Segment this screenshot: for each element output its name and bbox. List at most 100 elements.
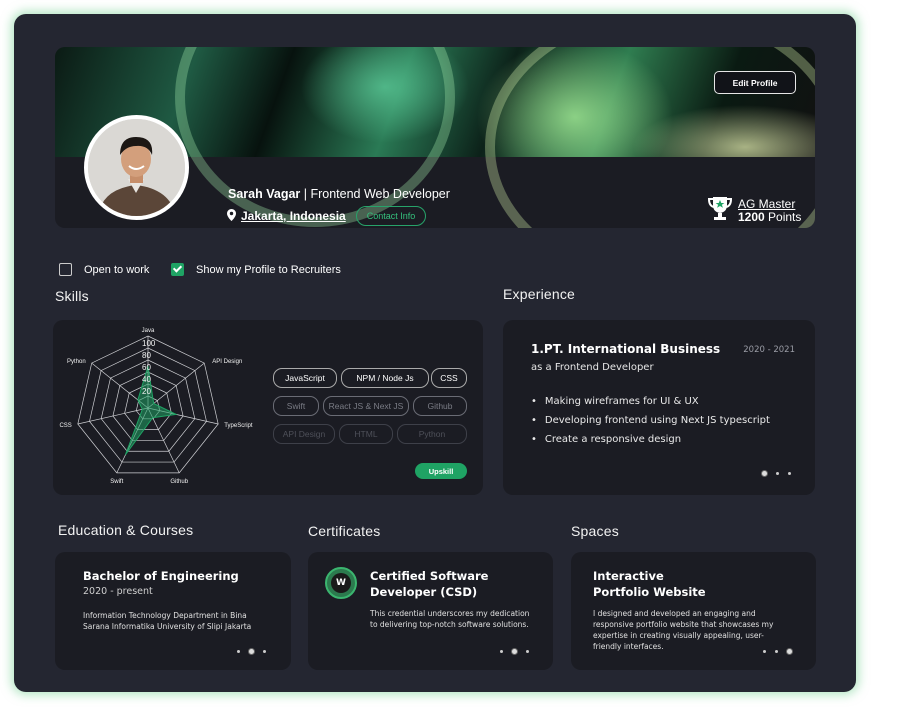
- badge-points-value: 1200: [738, 209, 765, 224]
- pager-dot[interactable]: [263, 650, 266, 653]
- space-description: I designed and developed an engaging and…: [593, 608, 773, 652]
- avatar[interactable]: [84, 115, 189, 220]
- space-desc-line: responsive portfolio website that showca…: [593, 620, 774, 629]
- skill-chip[interactable]: HTML: [339, 424, 393, 444]
- radar-axis-label: TypeScript: [224, 423, 253, 429]
- radar-tick-label: 20: [142, 387, 151, 396]
- space-desc-line: I designed and developed an engaging and: [593, 609, 756, 618]
- list-item: Developing frontend using Next JS typesc…: [531, 415, 770, 426]
- profile-role: Frontend Web Developer: [310, 187, 450, 201]
- open-to-work-checkbox[interactable]: [59, 263, 72, 276]
- pager-dot[interactable]: [526, 650, 529, 653]
- space-card: Interactive Portfolio Website I designed…: [571, 552, 816, 670]
- radar-axis-line: [147, 362, 205, 409]
- education-pager[interactable]: [237, 649, 266, 654]
- space-title-line: Portfolio Website: [593, 585, 706, 599]
- education-desc-line: Sarana Informatika University of Slipi J…: [83, 622, 252, 631]
- pager-dot[interactable]: [776, 472, 779, 475]
- education-desc-line: Information Technology Department in Bin…: [83, 611, 247, 620]
- space-pager[interactable]: [763, 649, 792, 654]
- radar-axis-label: API Design: [212, 359, 242, 365]
- open-to-work-option[interactable]: Open to work: [59, 263, 149, 276]
- experience-bullets: Making wireframes for UI & UX Developing…: [531, 396, 770, 453]
- experience-pager[interactable]: [762, 471, 791, 476]
- certificates-title: Certificates: [308, 523, 381, 539]
- show-profile-checkbox[interactable]: [171, 263, 184, 276]
- open-to-work-label: Open to work: [84, 263, 150, 276]
- space-desc-line: expertise in creating visually appealing…: [593, 631, 764, 640]
- certificate-title-line: Developer (CSD): [370, 585, 478, 599]
- skill-chip[interactable]: JavaScript: [273, 368, 337, 388]
- list-item: Making wireframes for UI & UX: [531, 396, 770, 407]
- certificate-desc-line: This credential underscores my dedicatio…: [370, 609, 530, 618]
- education-card: Bachelor of Engineering 2020 - present I…: [55, 552, 291, 670]
- radar-axis-label: Github: [170, 479, 188, 485]
- location-link[interactable]: Jakarta, Indonesia: [241, 209, 346, 223]
- pager-dot[interactable]: [500, 650, 503, 653]
- experience-role: as a Frontend Developer: [531, 362, 654, 373]
- radar-axis-label: CSS: [59, 423, 71, 429]
- skill-chip[interactable]: API Design: [273, 424, 335, 444]
- skills-card: 100 80 60 40 20 Java API Design TypeScript Githu…: [53, 320, 483, 495]
- experience-title: Experience: [503, 286, 576, 302]
- edit-profile-button[interactable]: Edit Profile: [714, 71, 796, 94]
- skill-chip[interactable]: NPM / Node Js: [341, 368, 429, 388]
- profile-name-line: Sarah Vagar | Frontend Web Developer: [228, 187, 450, 201]
- radar-axis-label: Swift: [110, 479, 123, 485]
- skill-chip[interactable]: CSS: [431, 368, 467, 388]
- space-title-line: Interactive: [593, 569, 664, 583]
- experience-date: 2020 - 2021: [743, 345, 795, 355]
- location-line: Jakarta, Indonesia Contact Info: [227, 206, 427, 226]
- certificate-pager[interactable]: [500, 649, 529, 654]
- skills-title: Skills: [55, 288, 89, 304]
- rank-badge: AG Master 1200 Points: [706, 194, 801, 227]
- certificate-title-line: Certified Software: [370, 569, 489, 583]
- badge-points-unit: Points: [764, 209, 802, 224]
- upskill-button[interactable]: Upskill: [415, 463, 467, 479]
- contact-info-button[interactable]: Contact Info: [355, 206, 427, 226]
- experience-card: 1.PT. International Business 2020 - 2021…: [503, 320, 815, 495]
- profile-window: Edit Profile Sarah Vagar | Frontend Web …: [14, 14, 856, 692]
- skills-radar-chart: 100 80 60 40 20 Java API Design TypeScript Githu…: [59, 328, 253, 485]
- radar-axis-label: Java: [142, 328, 155, 334]
- trophy-icon: [706, 194, 734, 227]
- certificate-card: W Certified Software Developer (CSD) Thi…: [308, 552, 553, 670]
- pager-dot[interactable]: [237, 650, 240, 653]
- radar-tick-label: 60: [142, 363, 151, 372]
- education-description: Information Technology Department in Bin…: [83, 610, 251, 632]
- skill-chip[interactable]: Github: [413, 396, 467, 416]
- profile-name: Sarah Vagar: [228, 187, 301, 201]
- list-item: Create a responsive design: [531, 434, 770, 445]
- pager-dot[interactable]: [775, 650, 778, 653]
- show-profile-option[interactable]: Show my Profile to Recruiters: [171, 263, 341, 276]
- education-degree: Bachelor of Engineering: [83, 569, 239, 583]
- space-desc-line: friendly interfaces.: [593, 642, 664, 651]
- radar-tick-label: 100: [142, 339, 156, 348]
- education-title: Education & Courses: [58, 522, 194, 538]
- certificate-title: Certified Software Developer (CSD): [370, 568, 488, 600]
- show-profile-label: Show my Profile to Recruiters: [196, 263, 341, 276]
- experience-company: 1.PT. International Business: [531, 342, 721, 356]
- certificate-desc-line: to delivering top-notch software solutio…: [370, 620, 529, 629]
- certificate-description: This credential underscores my dedicatio…: [370, 608, 529, 630]
- pager-dot[interactable]: [762, 471, 767, 476]
- radar-tick-label: 40: [142, 375, 151, 384]
- skill-chip[interactable]: Python: [397, 424, 467, 444]
- radar-axis-label: Python: [67, 359, 86, 365]
- education-period: 2020 - present: [83, 586, 153, 597]
- name-separator: |: [300, 187, 311, 201]
- badge-points: 1200 Points: [738, 209, 802, 224]
- certificate-logo-text: W: [331, 573, 351, 593]
- pager-dot[interactable]: [787, 649, 792, 654]
- certificate-logo-icon: W: [325, 567, 357, 599]
- radar-tick-label: 80: [142, 351, 151, 360]
- pager-dot[interactable]: [788, 472, 791, 475]
- location-pin-icon: [227, 208, 236, 224]
- space-title: Interactive Portfolio Website: [593, 568, 706, 600]
- skill-chip[interactable]: Swift: [273, 396, 319, 416]
- pager-dot[interactable]: [763, 650, 766, 653]
- skill-chip[interactable]: React JS & Next JS: [323, 396, 409, 416]
- pager-dot[interactable]: [249, 649, 254, 654]
- spaces-title: Spaces: [571, 523, 619, 539]
- pager-dot[interactable]: [512, 649, 517, 654]
